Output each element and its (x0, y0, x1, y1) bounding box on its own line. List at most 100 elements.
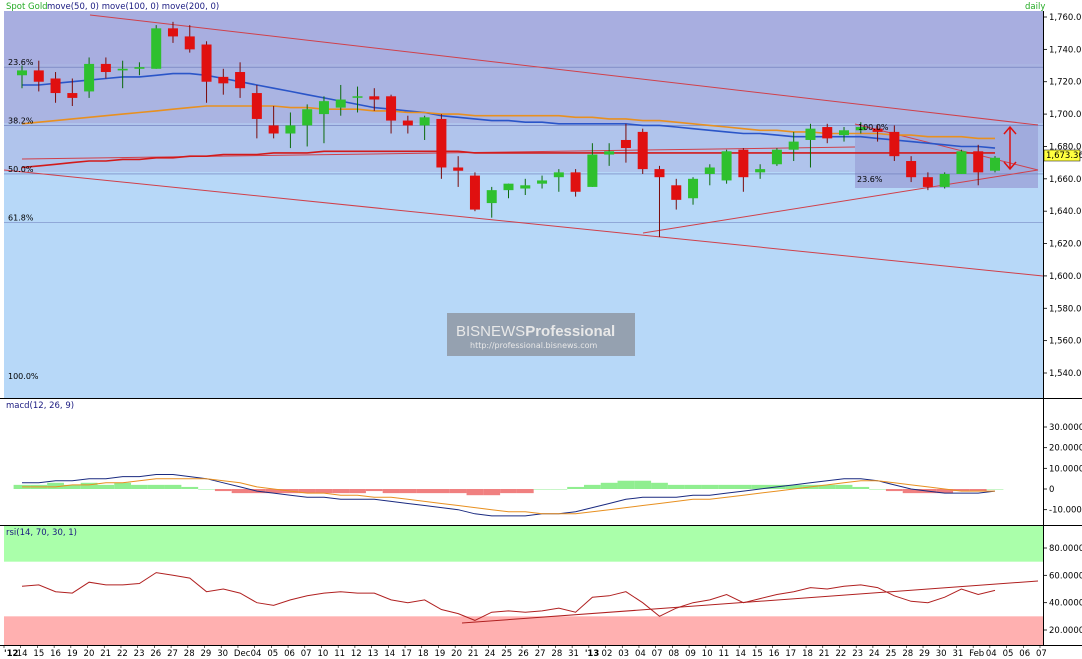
x-tick-label: 18 (802, 649, 813, 659)
price-tick-label: 1,700.00 (1049, 110, 1082, 120)
macd-histogram-bar (399, 489, 417, 494)
x-tick-label: 05 (1003, 649, 1014, 659)
macd-histogram-bar (164, 484, 182, 489)
macd-histogram-bar (432, 489, 450, 494)
header-instrument: Spot Gold (6, 2, 48, 12)
candle-body (100, 63, 111, 73)
x-tick-label: 06 (284, 649, 295, 659)
rsi-axis: 80.0000 60.0000 40.0000 20.0000 (1043, 544, 1082, 636)
candle-body (33, 70, 44, 82)
macd-histogram-bar (231, 489, 249, 494)
x-tick-label: 07 (652, 649, 663, 659)
macd-histogram-bar (483, 489, 501, 496)
x-tick-label: 19 (67, 649, 78, 659)
candle-body (386, 96, 397, 121)
macd-histogram-bar (701, 484, 719, 489)
price-panel[interactable]: 23.6% 38.2% 50.0% 61.8% 100.0% 100.0% 23.6% BI… (3, 2, 1045, 398)
chart-root: 23.6% 38.2% 50.0% 61.8% 100.0% 100.0% 23.6% BI… (0, 2, 1082, 659)
x-tick-label: Dec (234, 649, 251, 659)
rsi-overbought-zone (4, 526, 1043, 562)
rsi-title: rsi(14, 70, 30, 1) (6, 528, 77, 538)
candle-body (520, 185, 531, 189)
x-tick-label: 31 (952, 649, 963, 659)
x-tick-label: 31 (568, 649, 579, 659)
x-tick-label: 02 (602, 649, 613, 659)
candle-body (771, 149, 782, 165)
rsi-tick-label: 20.0000 (1049, 626, 1082, 636)
candle-body (939, 173, 950, 187)
macd-tick-label: 0 (1049, 485, 1054, 495)
rsi-tick-label: 80.0000 (1049, 544, 1082, 554)
macd-histogram-bar (533, 489, 551, 490)
candle-body (738, 149, 749, 178)
candle-body (721, 151, 732, 181)
macd-histogram-bar (198, 489, 215, 490)
macd-tick-label: 10.0000 (1049, 464, 1082, 474)
macd-histogram-bar (734, 484, 752, 489)
price-tick-label: 1,660.00 (1049, 175, 1082, 185)
x-tick-label: 11 (334, 649, 345, 659)
current-price-label: 1,673.36 (1046, 151, 1082, 161)
candle-body (788, 141, 799, 150)
macd-histogram-bar (500, 489, 517, 494)
candle-body (922, 177, 933, 187)
x-tick-label: 26 (518, 649, 529, 659)
candle-body (637, 131, 648, 170)
x-tick-label: 09 (685, 649, 696, 659)
fib-small-label: 100.0% (858, 123, 889, 132)
x-tick-label: 20 (84, 649, 95, 659)
macd-histogram-bar (583, 484, 601, 489)
fib-label: 50.0% (8, 165, 34, 174)
macd-panel[interactable]: macd(12, 26, 9) (0, 398, 1082, 526)
candle-body (67, 93, 78, 98)
fib-band-mid (4, 64, 1043, 123)
macd-histogram-bar (147, 484, 165, 489)
watermark: BISNEWSProfessional http://professional.… (447, 313, 635, 356)
candle-body (318, 101, 329, 115)
macd-tick-label: -10.0000 (1049, 506, 1082, 516)
x-tick-label: 03 (618, 649, 629, 659)
candle-body (419, 117, 430, 126)
x-tick-label: 28 (551, 649, 562, 659)
fib-label: 100.0% (8, 372, 39, 381)
price-tick-label: 1,640.00 (1049, 207, 1082, 217)
candle-body (352, 96, 363, 98)
rsi-panel[interactable]: rsi(14, 70, 30, 1) (0, 525, 1082, 646)
x-tick-label: 13 (368, 649, 379, 659)
x-tick-label: 21 (819, 649, 830, 659)
candle-body (956, 151, 967, 174)
x-tick-label: 10 (702, 649, 713, 659)
candle-body (201, 44, 212, 82)
x-tick-label: 15 (752, 649, 763, 659)
x-tick-label: 29 (201, 649, 212, 659)
x-tick-label: 25 (501, 649, 512, 659)
x-tick-label: 17 (401, 649, 412, 659)
x-tick-label: 24 (869, 649, 880, 659)
macd-histogram-bar (516, 489, 534, 494)
x-tick-label: 14 (17, 649, 28, 659)
x-tick-label: 24 (485, 649, 496, 659)
macd-histogram-bar (315, 489, 333, 494)
macd-histogram-bar (365, 489, 383, 492)
candle-body (268, 125, 279, 134)
candle-body (436, 118, 447, 168)
candle-body (537, 180, 548, 184)
price-tick-label: 1,620.00 (1049, 240, 1082, 250)
x-tick-label: 14 (384, 649, 395, 659)
macd-histogram-bar (332, 489, 350, 494)
price-tick-label: 1,720.00 (1049, 78, 1082, 88)
x-tick-label: 16 (50, 649, 61, 659)
candle-body (151, 28, 162, 69)
candle-body (486, 190, 497, 204)
candle-body (805, 128, 816, 140)
macd-histogram-bar (181, 486, 199, 489)
candle-body (822, 127, 833, 139)
x-tick-label: 29 (919, 649, 930, 659)
macd-histogram-bar (885, 489, 903, 492)
price-tick-label: 1,540.00 (1049, 369, 1082, 379)
x-tick-label: 30 (936, 649, 947, 659)
x-tick-label: 05 (267, 649, 278, 659)
macd-histogram-bar (97, 484, 115, 489)
x-tick-label: 07 (301, 649, 312, 659)
header-interval: daily (1025, 2, 1045, 12)
